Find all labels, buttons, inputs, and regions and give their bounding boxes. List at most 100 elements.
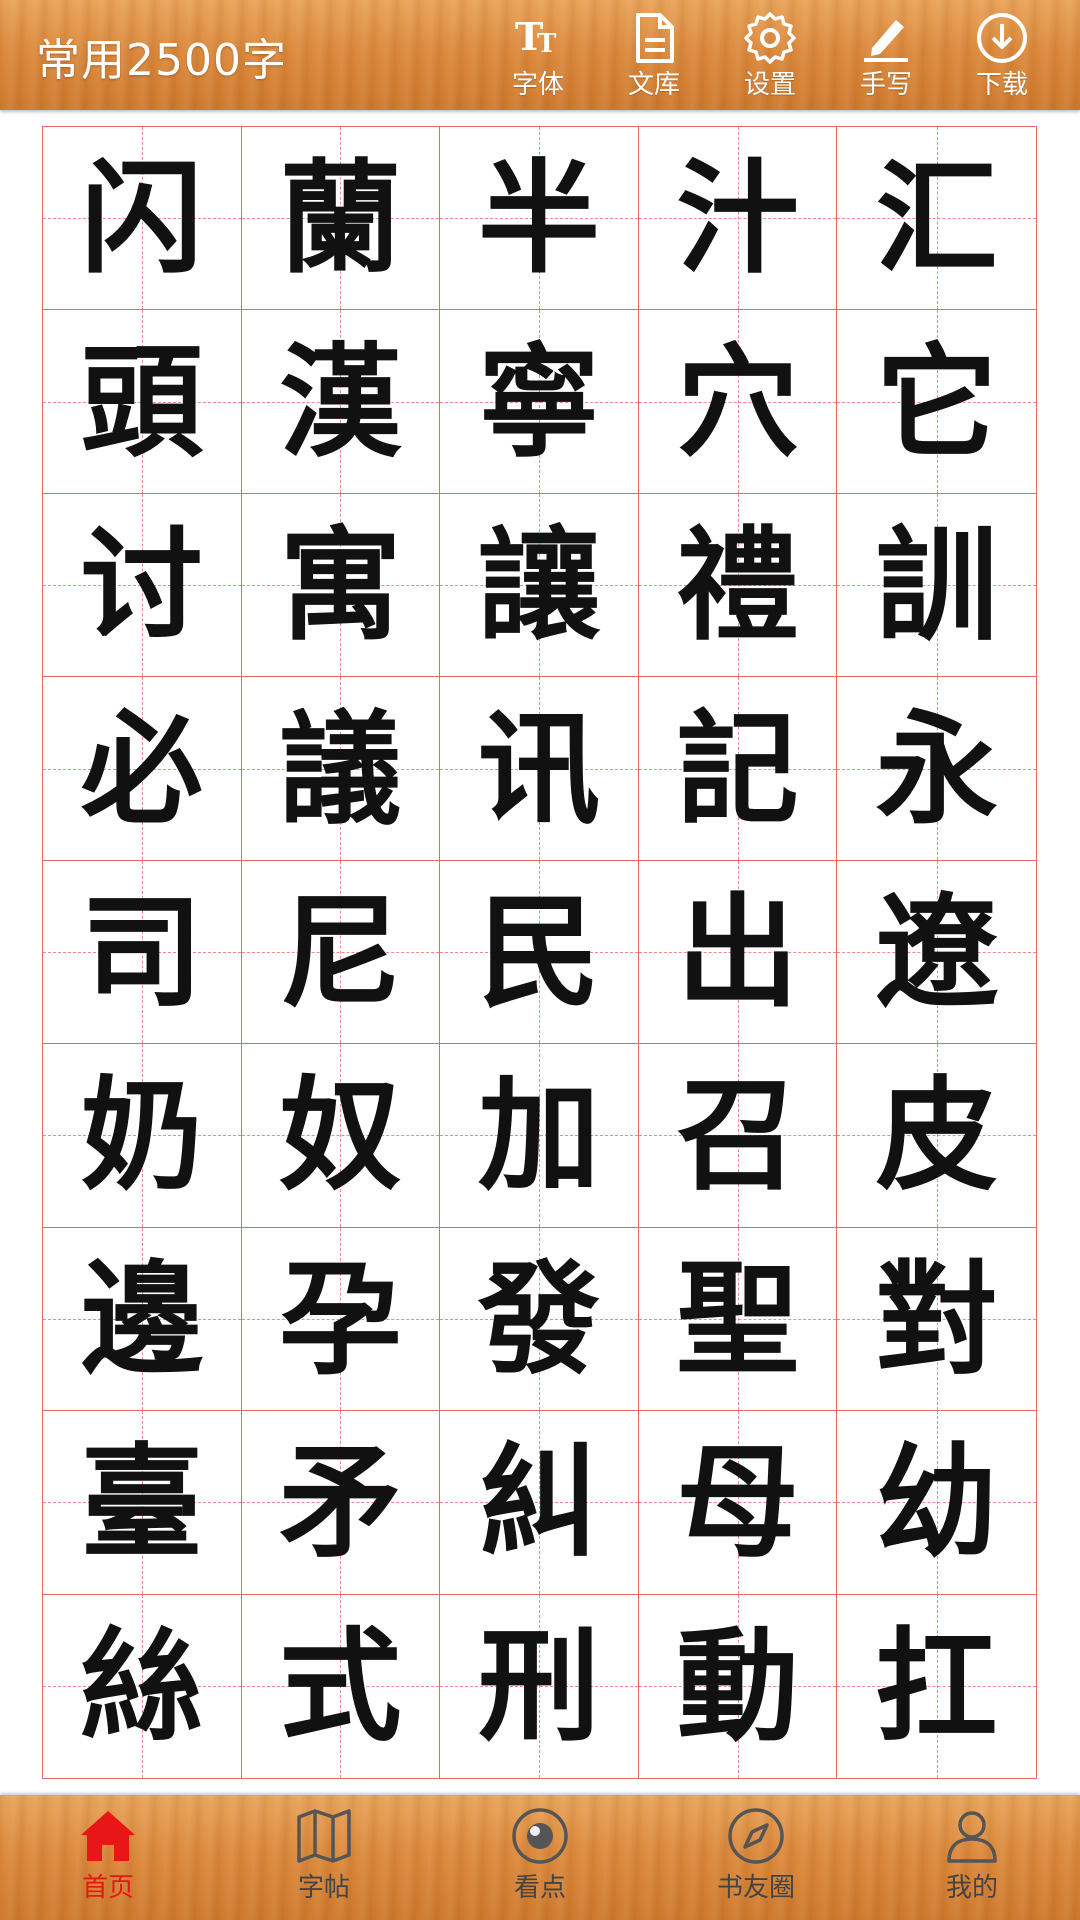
pen-icon [864,20,908,62]
character-cell[interactable]: 奶 [43,1044,242,1228]
character-glyph: 刑 [477,1614,600,1759]
character-cell[interactable]: 臺 [43,1411,242,1595]
character-cell[interactable]: 民 [440,860,639,1045]
character-glyph: 矛 [279,1430,402,1575]
character-cell[interactable]: 寧 [440,310,639,494]
handwrite-button-label: 手写 [859,70,912,100]
handwrite-button[interactable]: 手写 [841,10,931,100]
download-button[interactable]: 下载 [957,10,1047,100]
settings-button[interactable]: 设置 [725,10,815,100]
character-cell[interactable]: 奴 [241,1044,441,1228]
character-cell[interactable]: 寓 [241,493,441,678]
character-glyph: 奴 [279,1063,402,1208]
character-cell[interactable]: 議 [241,677,441,861]
character-cell[interactable]: 汁 [638,127,838,311]
character-cell[interactable]: 它 [837,310,1036,494]
character-glyph: 式 [279,1614,402,1759]
character-cell[interactable]: 讯 [440,677,639,861]
character-cell[interactable]: 糾 [440,1411,639,1595]
character-cell[interactable]: 讓 [440,493,639,678]
character-cell[interactable]: 皮 [837,1044,1036,1228]
character-cell[interactable]: 頭 [43,310,242,494]
tab-home[interactable]: 首页 [18,1805,198,1904]
character-glyph: 民 [477,879,600,1024]
character-glyph: 糾 [477,1430,600,1575]
character-cell[interactable]: 邊 [43,1227,242,1412]
character-cell[interactable]: 孕 [241,1227,441,1412]
character-glyph: 孕 [279,1246,402,1391]
character-glyph: 臺 [80,1430,203,1575]
character-cell[interactable]: 司 [43,860,242,1045]
tab-friends-circle[interactable]: 书友圈 [666,1805,846,1904]
character-cell[interactable]: 召 [638,1044,838,1228]
home-icon [81,1811,135,1861]
character-cell[interactable]: 永 [837,677,1036,861]
character-glyph: 必 [80,696,203,841]
character-cell[interactable]: 動 [638,1594,838,1778]
character-glyph: 頭 [80,329,203,474]
character-glyph: 召 [676,1063,799,1208]
character-cell[interactable]: 矛 [241,1411,441,1595]
character-glyph: 讨 [80,513,203,658]
character-glyph: 記 [676,696,799,841]
font-button[interactable]: T T 字体 [493,10,583,100]
character-cell[interactable]: 加 [440,1044,639,1228]
character-cell[interactable]: 訓 [837,493,1036,678]
character-cell[interactable]: 幼 [837,1411,1036,1595]
character-cell[interactable]: 式 [241,1594,441,1778]
character-cell[interactable]: 記 [638,677,838,861]
character-cell[interactable]: 闪 [43,127,242,311]
top-toolbar: 常用2500字 T T 字体 文库 设置 手写 下载 [0,0,1080,110]
character-glyph: 禮 [676,513,799,658]
character-cell[interactable]: 刑 [440,1594,639,1778]
character-glyph: 寓 [279,513,402,658]
character-glyph: 議 [279,696,402,841]
character-glyph: 汇 [875,146,998,291]
character-cell[interactable]: 發 [440,1227,639,1412]
gear-icon [744,12,796,64]
library-button[interactable]: 文库 [609,10,699,100]
character-glyph: 幼 [875,1430,998,1575]
tab-highlights[interactable]: 看点 [450,1805,630,1904]
tab-profile[interactable]: 我的 [882,1805,1062,1904]
character-cell[interactable]: 禮 [638,493,838,678]
character-cell[interactable]: 必 [43,677,242,861]
character-cell[interactable]: 絲 [43,1594,242,1778]
character-cell[interactable]: 遼 [837,860,1036,1045]
character-cell[interactable]: 扛 [837,1594,1036,1778]
character-cell[interactable]: 半 [440,127,639,311]
character-cell[interactable]: 穴 [638,310,838,494]
character-cell[interactable]: 出 [638,860,838,1045]
app-title: 常用2500字 [36,35,287,86]
character-glyph: 母 [676,1430,799,1575]
character-cell[interactable]: 尼 [241,860,441,1045]
character-cell[interactable]: 聖 [638,1227,838,1412]
character-cell[interactable]: 漢 [241,310,441,494]
character-cell[interactable]: 對 [837,1227,1036,1412]
character-glyph: 讯 [477,696,600,841]
font-size-icon: T T [515,14,557,59]
character-glyph: 永 [875,696,998,841]
eye-icon [512,1808,568,1864]
character-glyph: 穴 [676,329,799,474]
character-cell[interactable]: 母 [638,1411,838,1595]
character-cell[interactable]: 汇 [837,127,1036,311]
document-icon [636,13,674,63]
character-glyph: 出 [676,879,799,1024]
tab-copybook[interactable]: 字帖 [234,1805,414,1904]
character-glyph: 加 [477,1063,600,1208]
character-glyph: 蘭 [279,146,402,291]
tab-profile-label: 我的 [945,1873,998,1903]
download-icon [977,13,1027,63]
map-book-icon [297,1809,351,1863]
character-glyph: 動 [676,1614,799,1759]
character-glyph: 半 [477,146,600,291]
character-glyph: 訓 [875,513,998,658]
character-cell[interactable]: 讨 [43,493,242,678]
character-cell[interactable]: 蘭 [241,127,441,311]
character-glyph: 奶 [80,1063,203,1208]
character-glyph: 扛 [875,1614,998,1759]
character-practice-grid: 闪蘭半汁汇頭漢寧穴它讨寓讓禮訓必議讯記永司尼民出遼奶奴加召皮邊孕發聖對臺矛糾母幼… [42,126,1037,1779]
character-glyph: 邊 [80,1246,203,1391]
person-icon [947,1811,997,1863]
